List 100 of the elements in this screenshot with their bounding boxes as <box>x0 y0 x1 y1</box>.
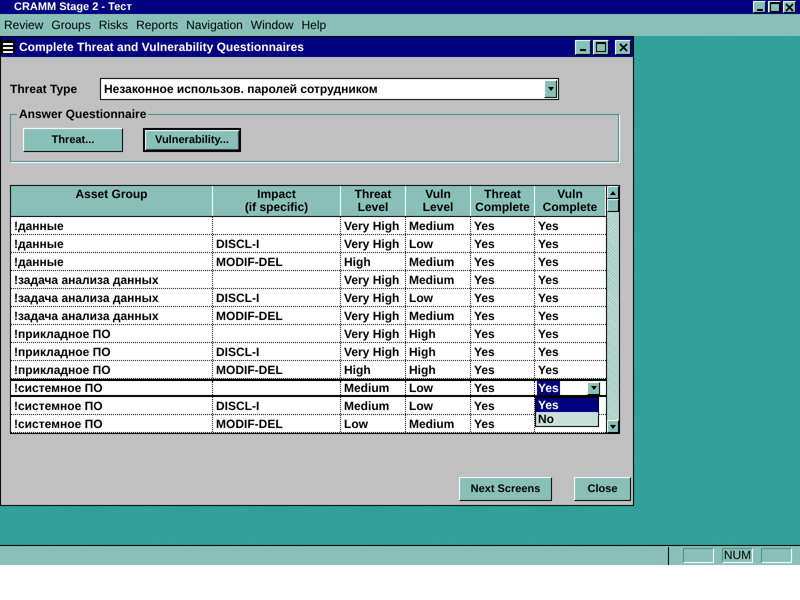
column-header[interactable]: Vuln Level <box>406 186 471 216</box>
table-cell-text: Very High <box>344 218 400 234</box>
table-cell-text: MODIF-DEL <box>216 308 283 324</box>
column-header[interactable]: Threat Level <box>341 186 406 216</box>
table-cell-text: High <box>409 326 436 342</box>
table-cell-text: High <box>344 362 371 378</box>
table-cell-text: Medium <box>409 308 454 324</box>
table-cell-text: Medium <box>344 398 390 414</box>
dropdown-option[interactable]: Yes <box>536 398 598 412</box>
menu-item[interactable]: Help <box>297 16 330 34</box>
column-header[interactable]: Impact (if specific) <box>213 186 341 216</box>
status-panel <box>761 548 792 563</box>
table-row[interactable]: !прикладное ПО MODIF-DEL High High Yes Yes <box>11 361 606 379</box>
table-cell-text: Medium <box>344 380 390 397</box>
table-cell-text: Very High <box>344 236 400 252</box>
table-cell-text: Yes <box>474 236 495 252</box>
table-cell-text: !системное ПО <box>14 398 103 414</box>
column-header[interactable]: Asset Group <box>11 186 213 216</box>
table-cell-text: !задача анализа данных <box>14 308 159 324</box>
table-cell-text: MODIF-DEL <box>216 362 283 378</box>
table-row[interactable]: !прикладное ПО Very High High Yes Yes <box>11 325 606 343</box>
menu-item[interactable]: Review <box>0 16 48 34</box>
table-cell-text: Yes <box>538 272 559 288</box>
menu-item[interactable]: Window <box>246 16 298 34</box>
menu-item[interactable]: Reports <box>132 16 182 34</box>
table-cell-text: DISCL-I <box>216 236 260 252</box>
status-panel: NUM <box>722 548 753 563</box>
table-cell-text: Yes <box>474 308 495 324</box>
table-cell-text: Very High <box>344 326 400 342</box>
table-row[interactable]: !данные DISCL-I Very High Low Yes Yes <box>11 235 606 253</box>
table-cell-text: Yes <box>538 254 559 270</box>
cell-editor[interactable]: Yes <box>535 381 606 395</box>
table-cell-text: High <box>409 362 436 378</box>
table-cell-text: !задача анализа данных <box>14 290 159 306</box>
threat-type-label: Threat Type <box>10 81 78 98</box>
table-cell-text: !системное ПО <box>14 380 103 397</box>
close-icon <box>785 2 794 12</box>
table-cell-text: Yes <box>474 272 495 288</box>
table-cell-text: Medium <box>409 272 454 288</box>
table-cell-text: Yes <box>474 326 495 342</box>
table-cell-text: DISCL-I <box>216 398 260 414</box>
push-button[interactable]: Threat... <box>23 128 123 152</box>
maximize-button[interactable] <box>768 1 781 13</box>
maximize-icon <box>596 42 606 52</box>
table-cell-text: Medium <box>409 254 454 270</box>
table-cell-text: Very High <box>344 290 400 306</box>
table-cell-text: !данные <box>14 254 64 270</box>
table-row[interactable]: !задача анализа данных Very High Medium Yes Yes <box>11 271 606 289</box>
table-cell-text: Yes <box>474 254 495 270</box>
down-arrow-icon <box>610 424 616 428</box>
scroll-up-button[interactable] <box>607 186 619 199</box>
column-header[interactable]: Threat Complete <box>471 186 535 216</box>
table-cell-text: Very High <box>344 308 400 324</box>
threat-type-dropdown[interactable]: Незаконное использов. паролей сотрудником <box>100 78 559 100</box>
scroll-down-button[interactable] <box>607 420 619 433</box>
table-cell-text: High <box>409 344 436 360</box>
minimize-button[interactable] <box>753 1 766 13</box>
push-button[interactable]: Vulnerability... <box>143 128 241 152</box>
app-title: CRAMM Stage 2 - Тест <box>14 1 132 13</box>
menu-item[interactable]: Risks <box>94 16 132 34</box>
table-cell-text: Very High <box>344 344 400 360</box>
table-row[interactable]: !задача анализа данных DISCL-I Very High Low Yes Yes <box>11 289 606 307</box>
menu-item[interactable]: Navigation <box>182 16 247 34</box>
group-legend: Answer Questionnaire <box>17 106 148 122</box>
push-button[interactable]: Next Screens <box>459 477 552 501</box>
table-cell-text: MODIF-DEL <box>216 254 283 270</box>
table-cell-text: !прикладное ПО <box>14 326 111 342</box>
table-cell-text: Medium <box>409 218 454 234</box>
table-cell-text: Yes <box>538 236 559 252</box>
up-arrow-icon <box>610 190 616 194</box>
menu-item[interactable]: Groups <box>47 16 95 34</box>
table-row[interactable]: !прикладное ПО DISCL-I Very High High Yes Yes <box>11 343 606 361</box>
dropdown-option[interactable]: No <box>536 412 598 426</box>
table-cell-text: DISCL-I <box>216 344 260 360</box>
close-button[interactable] <box>783 1 796 13</box>
table-cell-text: Very High <box>344 272 400 288</box>
push-button[interactable]: Close <box>574 477 631 501</box>
status-panel <box>683 548 714 563</box>
table-cell-text: DISCL-I <box>216 290 260 306</box>
table-cell-text: Low <box>409 290 433 306</box>
dialog-title: Complete Threat and Vulnerability Questionnaires <box>19 39 304 56</box>
minimize-button[interactable] <box>575 40 591 54</box>
table-cell-text: High <box>344 254 371 270</box>
table-cell-text: Low <box>409 236 433 252</box>
editor-value: Yes <box>537 381 560 395</box>
table-cell-text: Yes <box>474 398 495 414</box>
scroll-thumb[interactable] <box>607 199 619 212</box>
table-cell-text: Low <box>409 398 433 414</box>
table-row[interactable]: !данные Very High Medium Yes Yes <box>11 217 606 235</box>
close-icon <box>618 42 628 52</box>
table-cell-text: Low <box>409 380 433 397</box>
table-row[interactable]: !данные MODIF-DEL High Medium Yes Yes <box>11 253 606 271</box>
table-cell-text: Yes <box>538 362 559 378</box>
table-cell-text: Yes <box>538 218 559 234</box>
table-cell-text: Yes <box>474 344 495 360</box>
table-cell-text: Yes <box>538 308 559 324</box>
table-cell-text: Yes <box>474 362 495 378</box>
table-row[interactable]: !задача анализа данных MODIF-DEL Very High Medium Yes Yes <box>11 307 606 325</box>
close-button[interactable] <box>615 40 631 54</box>
table-cell-text: Yes <box>538 290 559 306</box>
